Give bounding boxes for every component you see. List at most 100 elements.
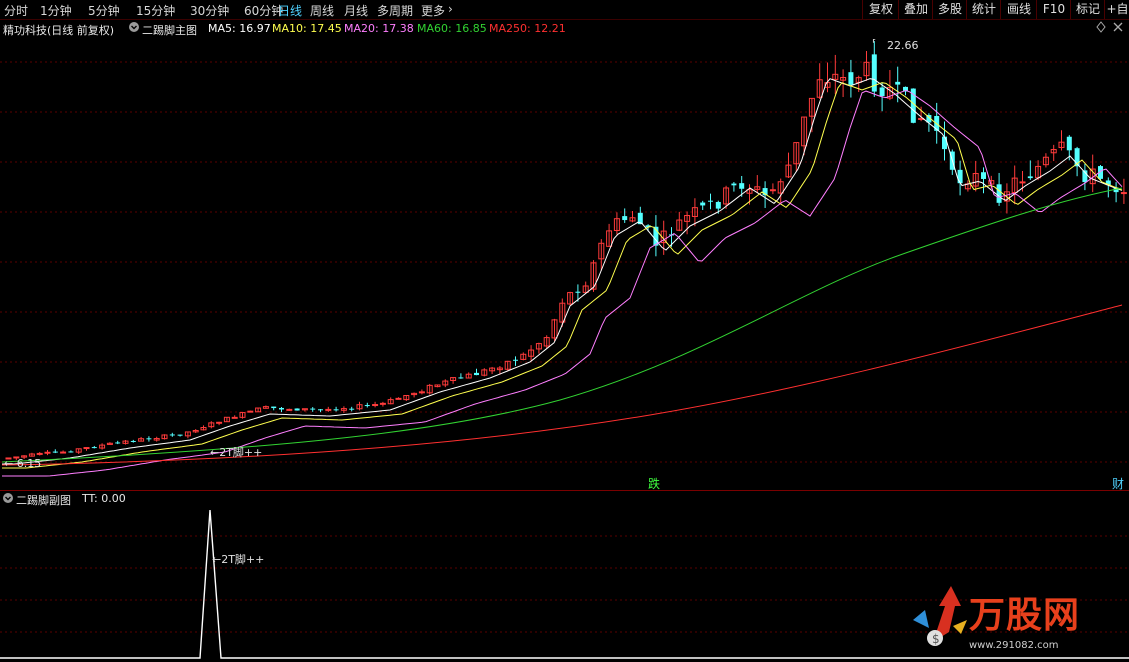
candle-body-up bbox=[60, 451, 67, 454]
chevron-down-icon[interactable] bbox=[2, 491, 14, 508]
candle-body-up bbox=[379, 402, 386, 405]
candle-body-up bbox=[1120, 192, 1127, 195]
low-price-value: 6.15 bbox=[16, 457, 42, 470]
candle-body-down bbox=[622, 216, 628, 221]
ma5-value: MA5: 16.97 bbox=[208, 22, 271, 35]
candle-body-up bbox=[286, 408, 293, 411]
candle-body-down bbox=[271, 406, 277, 409]
candle-body-down bbox=[349, 408, 355, 410]
candle-body-down bbox=[318, 409, 323, 411]
chevron-down-icon[interactable] bbox=[128, 20, 140, 37]
candle-body-up bbox=[44, 451, 51, 454]
main-indicator-bar: 精功科技(日线 前复权) 二踢脚主图 MA5: 16.97 MA10: 17.4… bbox=[0, 20, 1129, 37]
multi-stock-button[interactable]: 多股 bbox=[932, 0, 967, 19]
candle-body-down bbox=[91, 447, 97, 449]
ma250-line bbox=[1, 304, 1123, 466]
candle-body-down bbox=[1066, 136, 1072, 151]
high-arrow-icon: ⸢ bbox=[872, 37, 877, 50]
candle-body-down bbox=[68, 451, 74, 453]
candle-body-down bbox=[942, 136, 947, 150]
fuquan-button[interactable]: 复权 bbox=[862, 0, 899, 19]
candle-body-down bbox=[52, 451, 58, 453]
tab-multi-period[interactable]: 多周期 bbox=[377, 2, 413, 19]
stock-name: 精功科技(日线 前复权) bbox=[3, 24, 115, 37]
close-icon[interactable] bbox=[1112, 20, 1124, 37]
tt-value: TT: 0.00 bbox=[82, 492, 126, 505]
candle-body-up bbox=[372, 404, 379, 407]
candlestick-chart[interactable] bbox=[0, 37, 1129, 492]
tab-weekly[interactable]: 周线 bbox=[310, 2, 334, 19]
candle-body-down bbox=[146, 438, 152, 440]
candle-body-down bbox=[364, 405, 370, 407]
watermark-logo: $ 万股网 www.291082.com bbox=[905, 580, 1125, 660]
candle-body-down bbox=[115, 442, 121, 444]
signal-label-sub: ←2T脚++ bbox=[212, 553, 265, 566]
signal-label-main: ←2T脚++ bbox=[210, 446, 263, 459]
statistics-button[interactable]: 统计 bbox=[966, 0, 1001, 19]
draw-line-button[interactable]: 画线 bbox=[1000, 0, 1037, 19]
candle-body-down bbox=[957, 169, 963, 184]
candle-body-down bbox=[333, 409, 339, 411]
panel-divider[interactable] bbox=[0, 490, 1129, 491]
custom-add-button[interactable]: +自 bbox=[1104, 0, 1129, 19]
tab-30min[interactable]: 30分钟 bbox=[190, 2, 229, 19]
candle-body-up bbox=[216, 421, 223, 424]
candle-body-down bbox=[169, 434, 175, 436]
candle-body-up bbox=[36, 452, 43, 455]
low-price-label: ← 6.15 bbox=[4, 457, 42, 470]
ma20-value: MA20: 17.38 bbox=[344, 22, 414, 35]
high-price-label: 22.66 bbox=[887, 39, 919, 52]
overlay-button[interactable]: 叠加 bbox=[898, 0, 933, 19]
f10-button[interactable]: F10 bbox=[1036, 0, 1071, 19]
watermark-url: www.291082.com bbox=[969, 640, 1059, 651]
mark-button[interactable]: 标记 bbox=[1070, 0, 1105, 19]
candle-body-up bbox=[395, 397, 402, 400]
period-toolbar: 分时 1分钟 5分钟 15分钟 30分钟 60分钟 日线 周线 月线 多周期 更… bbox=[0, 0, 1129, 20]
candle-body-up bbox=[247, 410, 254, 413]
candle-body-down bbox=[474, 372, 479, 376]
tab-more[interactable]: 更多 bbox=[421, 2, 445, 19]
candle-body-up bbox=[1019, 181, 1026, 184]
tab-monthly[interactable]: 月线 bbox=[344, 2, 368, 19]
ma10-value: MA10: 17.45 bbox=[272, 22, 342, 35]
ma10-line bbox=[2, 82, 1123, 469]
candle-body-up bbox=[83, 447, 90, 450]
candle-body-down bbox=[715, 201, 721, 209]
main-indicator-name[interactable]: 二踢脚主图 bbox=[142, 22, 197, 38]
tab-fenshi[interactable]: 分时 bbox=[4, 2, 28, 19]
ma20-line bbox=[2, 89, 1123, 477]
candle-body-down bbox=[294, 408, 300, 411]
candle-body-up bbox=[418, 391, 425, 394]
ma60-value: MA60: 16.85 bbox=[417, 22, 487, 35]
diamond-icon[interactable] bbox=[1095, 20, 1107, 37]
svg-text:$: $ bbox=[932, 632, 940, 646]
candle-body-down bbox=[996, 184, 1002, 203]
candle-body-down bbox=[130, 440, 136, 442]
tab-daily[interactable]: 日线 bbox=[278, 2, 302, 19]
tab-5min[interactable]: 5分钟 bbox=[88, 2, 120, 19]
tab-1min[interactable]: 1分钟 bbox=[40, 2, 72, 19]
watermark-brand: 万股网 bbox=[969, 595, 1081, 636]
candle-body-down bbox=[708, 200, 713, 202]
candle-body-down bbox=[310, 408, 316, 410]
candle-body-down bbox=[575, 291, 581, 293]
ma5-line bbox=[2, 78, 1123, 465]
candle-body-down bbox=[731, 183, 737, 186]
candle-body-down bbox=[879, 87, 885, 97]
candle-body-up bbox=[231, 416, 238, 419]
ma250-value: MA250: 12.21 bbox=[489, 22, 566, 35]
candle-body-down bbox=[279, 407, 284, 410]
candle-body-down bbox=[739, 183, 745, 189]
candle-body-down bbox=[513, 359, 518, 361]
tab-15min[interactable]: 15分钟 bbox=[136, 2, 175, 19]
candle-body-down bbox=[895, 81, 901, 85]
chevron-right-icon[interactable]: › bbox=[448, 2, 453, 16]
sub-indicator-name[interactable]: 二踢脚副图 bbox=[16, 492, 71, 508]
candle-body-up bbox=[325, 408, 332, 411]
candle-body-down bbox=[700, 202, 706, 206]
candle-body-down bbox=[458, 377, 464, 379]
candle-body-down bbox=[848, 72, 854, 85]
candle-body-down bbox=[177, 434, 183, 436]
candle-body-down bbox=[981, 172, 986, 179]
candle-body-down bbox=[1027, 176, 1033, 179]
